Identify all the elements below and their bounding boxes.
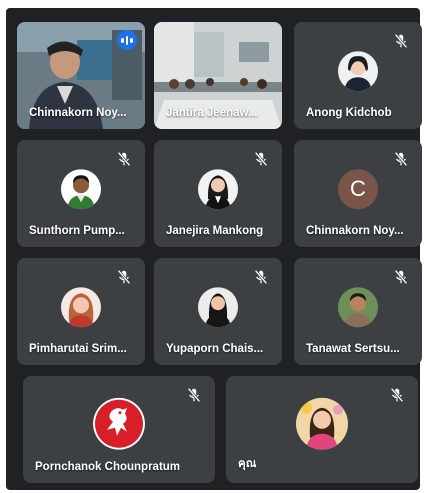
mic-off-icon: [394, 151, 408, 167]
participant-name: Sunthorn Pump...: [29, 225, 125, 237]
mic-off-icon: [117, 269, 131, 285]
participant-tile[interactable]: Pornchanok Chounpratum: [23, 376, 215, 483]
participant-tile[interactable]: Jantira Jeenaw...: [154, 22, 282, 129]
participant-tile[interactable]: Sunthorn Pump...: [17, 140, 145, 247]
avatar-logo: [93, 397, 145, 450]
participant-name: Jantira Jeenaw...: [166, 107, 258, 119]
avatar: [338, 50, 378, 91]
mic-off-icon: [117, 151, 131, 167]
avatar: [61, 168, 101, 209]
participant-name: Chinnakorn Noy...: [29, 107, 127, 119]
participant-tile[interactable]: Chinnakorn Noy...: [17, 22, 145, 129]
mic-off-icon: [254, 269, 268, 285]
participant-tile[interactable]: Tanawat Sertsu...: [294, 258, 422, 365]
participant-name: Yupaporn Chais...: [166, 343, 264, 355]
participant-name: Pornchanok Chounpratum: [35, 461, 181, 473]
avatar: [296, 397, 348, 450]
avatar: [61, 286, 101, 327]
participant-name: คุณ: [238, 458, 257, 470]
audio-level-icon: [117, 30, 137, 50]
avatar: [198, 168, 238, 209]
participant-name: Anong Kidchob: [306, 107, 392, 119]
participant-name: Janejira Mankong: [166, 225, 264, 237]
mic-off-icon: [394, 269, 408, 285]
mic-off-icon: [394, 33, 408, 49]
participant-name: Pimharutai Srim...: [29, 343, 127, 355]
mic-off-icon: [254, 151, 268, 167]
mic-off-icon: [390, 387, 404, 403]
meeting-grid: Chinnakorn Noy... Jantira Jeenaw... Anon…: [6, 8, 422, 490]
participant-tile[interactable]: C Chinnakorn Noy...: [294, 140, 422, 247]
participant-tile[interactable]: Anong Kidchob: [294, 22, 422, 129]
avatar: [198, 286, 238, 327]
mic-off-icon: [187, 387, 201, 403]
avatar-letter: C: [338, 168, 378, 209]
participant-name: Tanawat Sertsu...: [306, 343, 400, 355]
participant-tile[interactable]: คุณ: [226, 376, 418, 483]
avatar: [338, 286, 378, 327]
participant-tile[interactable]: Yupaporn Chais...: [154, 258, 282, 365]
participant-tile[interactable]: Pimharutai Srim...: [17, 258, 145, 365]
participant-tile[interactable]: Janejira Mankong: [154, 140, 282, 247]
participant-name: Chinnakorn Noy...: [306, 225, 404, 237]
